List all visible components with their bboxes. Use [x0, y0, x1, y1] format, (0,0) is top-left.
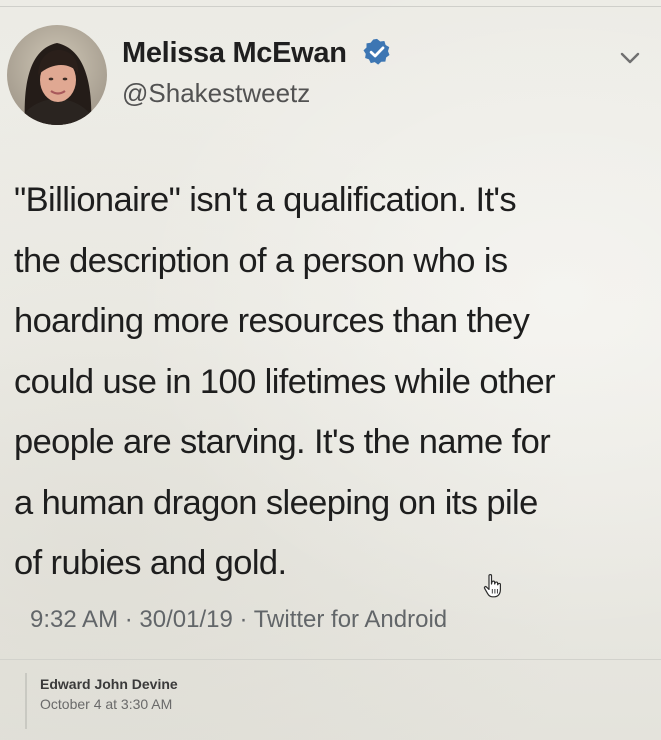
section-divider — [0, 659, 661, 660]
top-divider — [0, 6, 661, 7]
tweet-text: "Billionaire" isn't a qualification. It'… — [14, 181, 556, 582]
chevron-down-icon[interactable] — [617, 48, 643, 68]
verified-badge-icon — [362, 37, 392, 67]
hand-pointer-icon — [482, 573, 504, 599]
avatar[interactable] — [7, 25, 107, 125]
comment-author[interactable]: Edward John Devine — [40, 676, 178, 692]
comment-timestamp[interactable]: October 4 at 3:30 AM — [40, 696, 172, 712]
tweet-meta[interactable]: 9:32 AM · 30/01/19 · Twitter for Android — [30, 606, 447, 634]
author-name[interactable]: Melissa McEwan — [122, 37, 347, 70]
comment-quote-bar — [25, 673, 27, 729]
tweet-screenshot: Melissa McEwan @Shakestweetz "Billionair… — [0, 0, 661, 740]
author-handle[interactable]: @Shakestweetz — [122, 78, 310, 109]
